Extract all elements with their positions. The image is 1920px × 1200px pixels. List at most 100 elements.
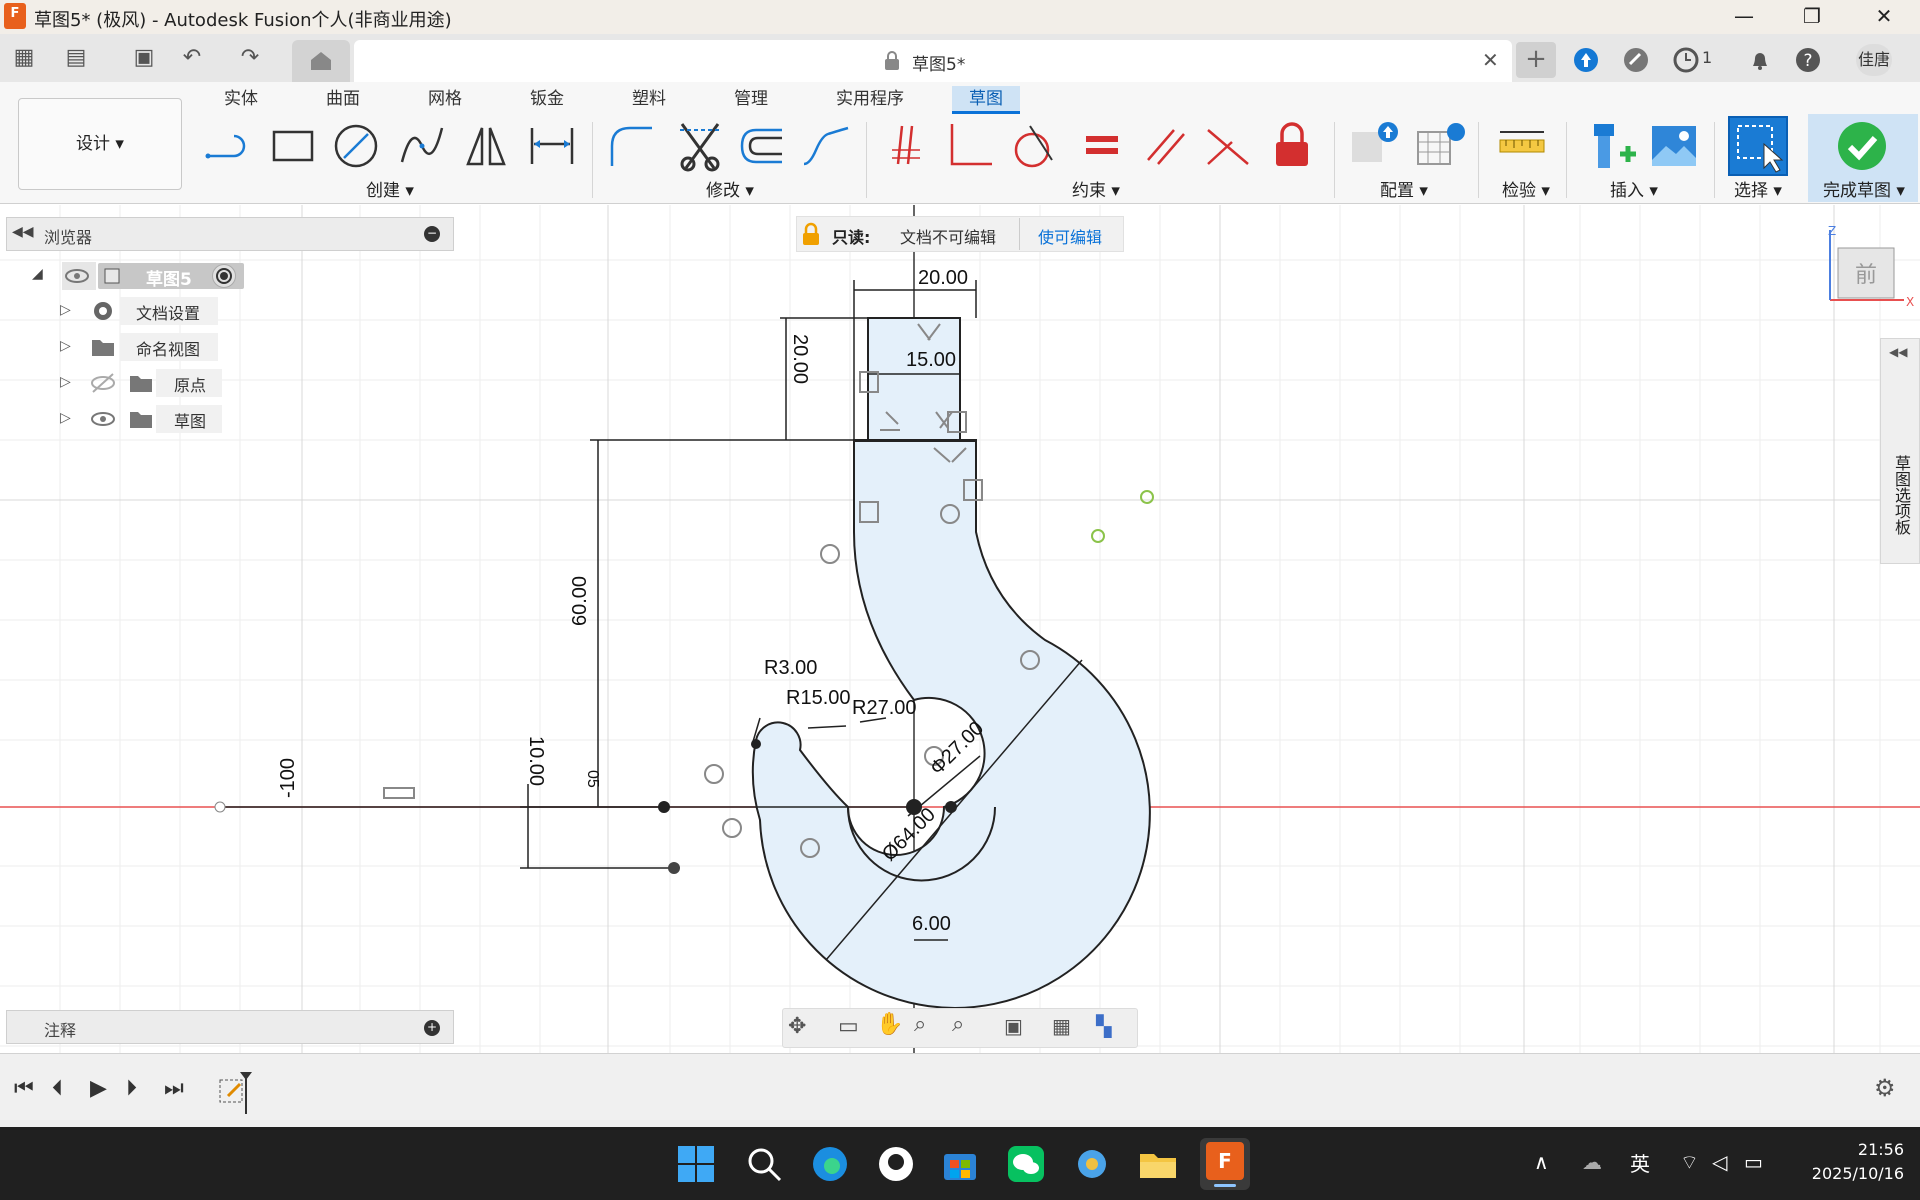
minimize-icon[interactable]: —	[1716, 0, 1772, 34]
timeline-forward-icon[interactable]: ⏵	[126, 1076, 137, 1101]
fusion-taskbar-button[interactable]: F	[1200, 1138, 1250, 1190]
viewports-icon[interactable]: ▚	[1096, 1014, 1111, 1038]
fix-constraint-icon[interactable]	[1266, 120, 1318, 172]
github-icon[interactable]	[876, 1144, 916, 1184]
midpoint-constraint-icon[interactable]	[1202, 120, 1254, 172]
close-tab-icon[interactable]: ✕	[1482, 48, 1499, 72]
timeline-back-icon[interactable]: ⏴	[52, 1076, 63, 1101]
windows-start-icon[interactable]	[676, 1144, 716, 1184]
home-tab[interactable]	[292, 40, 350, 82]
tree-collapsed-icon[interactable]: ▷	[60, 410, 76, 426]
sketch-point[interactable]	[751, 739, 761, 749]
equal-constraint-icon[interactable]	[1076, 120, 1128, 172]
data-panel-icon[interactable]	[1572, 46, 1600, 74]
tangent-constraint-icon[interactable]	[1008, 120, 1060, 172]
dimension-tool-icon[interactable]	[526, 120, 578, 172]
wifi-icon[interactable]: ⌔	[1680, 1150, 1699, 1175]
sketch-point[interactable]	[945, 801, 957, 813]
add-note-icon[interactable]: +	[424, 1020, 440, 1036]
timeline-sketch-feature-icon[interactable]	[218, 1070, 254, 1116]
select-tool-button[interactable]	[1728, 116, 1788, 176]
store-icon[interactable]	[940, 1144, 980, 1184]
tab-manage[interactable]: 管理	[722, 86, 780, 114]
insert-canvas-icon[interactable]	[1648, 120, 1700, 172]
inspect-group-label[interactable]: 检验 ▾	[1486, 176, 1566, 201]
sketch-drawing[interactable]: 20.00 15.00 20.00 60.00 10.00 -100 R3.00…	[0, 205, 1920, 1053]
tree-collapsed-icon[interactable]: ▷	[60, 374, 76, 390]
mirror-tool-icon[interactable]	[460, 120, 512, 172]
finish-sketch-label[interactable]: 完成草图 ▾	[1812, 176, 1916, 201]
file-explorer-icon[interactable]	[1138, 1144, 1178, 1184]
view-cube[interactable]: Z X 前	[1820, 222, 1916, 306]
cloud-sync-off-icon[interactable]: ☁	[1582, 1150, 1602, 1174]
offset-tool-icon[interactable]	[736, 120, 788, 172]
browser-item-named-views[interactable]: 命名视图	[120, 333, 218, 361]
constraints-group-label[interactable]: 约束 ▾	[1056, 176, 1136, 201]
visibility-eye-icon[interactable]	[88, 406, 118, 432]
make-editable-link[interactable]: 使可编辑	[1038, 224, 1102, 248]
browser-item-origin[interactable]: 原点	[156, 369, 222, 397]
tab-sketch[interactable]: 草图	[952, 86, 1020, 114]
shank-rectangle[interactable]	[867, 317, 961, 441]
volume-muted-icon[interactable]: ◁	[1712, 1150, 1727, 1174]
fillet-tool-icon[interactable]	[606, 120, 658, 172]
trim-tool-icon[interactable]	[674, 120, 726, 172]
tree-collapsed-icon[interactable]: ▷	[60, 302, 76, 318]
expand-palette-icon[interactable]: ◀◀	[1889, 345, 1907, 359]
sketch-point[interactable]	[1140, 490, 1154, 504]
grid-settings-icon[interactable]: ▦	[1052, 1014, 1071, 1038]
clock-date[interactable]: 2025/10/16	[1800, 1164, 1904, 1183]
notification-bell-icon[interactable]	[1746, 46, 1774, 74]
zoom-window-icon[interactable]: ⌕	[952, 1012, 964, 1037]
coincident-constraint-icon[interactable]	[882, 120, 934, 172]
insert-mcmaster-icon[interactable]	[1586, 120, 1638, 172]
clock-time[interactable]: 21:56	[1834, 1140, 1904, 1159]
configure-table-icon[interactable]	[1348, 120, 1400, 172]
tree-expanded-icon[interactable]: ◢	[32, 266, 43, 282]
settings-app-icon[interactable]	[1072, 1144, 1112, 1184]
file-menu-icon[interactable]: ▤	[62, 44, 90, 72]
insert-group-label[interactable]: 插入 ▾	[1594, 176, 1674, 201]
timeline-play-icon[interactable]: ▶	[90, 1076, 107, 1101]
project-tool-icon[interactable]	[800, 120, 852, 172]
app-grid-icon[interactable]: ▦	[10, 44, 38, 72]
configure-group-label[interactable]: 配置 ▾	[1364, 176, 1444, 201]
workspace-switcher-button[interactable]: 设计 ▾	[18, 98, 182, 190]
orbit-icon[interactable]: ✥	[788, 1014, 806, 1039]
tab-mesh[interactable]: 网格	[416, 86, 474, 114]
search-icon[interactable]	[744, 1144, 784, 1184]
edge-browser-icon[interactable]	[810, 1144, 850, 1184]
activate-radio-icon[interactable]	[212, 264, 236, 288]
measure-icon[interactable]	[1496, 120, 1548, 172]
close-icon[interactable]: ✕	[1856, 0, 1912, 34]
undo-icon[interactable]: ↶	[178, 44, 206, 72]
tab-utilities[interactable]: 实用程序	[830, 86, 910, 114]
extension-icon[interactable]	[1622, 46, 1650, 74]
tab-surface[interactable]: 曲面	[314, 86, 372, 114]
job-status-icon[interactable]	[1672, 46, 1700, 74]
browser-item-document-settings[interactable]: 文档设置	[120, 297, 218, 325]
help-icon[interactable]: ?	[1794, 46, 1822, 74]
create-group-label[interactable]: 创建 ▾	[350, 176, 430, 201]
browser-item-sketches[interactable]: 草图	[156, 405, 222, 433]
look-at-icon[interactable]: ▭	[838, 1014, 859, 1039]
wechat-icon[interactable]	[1006, 1144, 1046, 1184]
browser-minimize-icon[interactable]: −	[424, 226, 440, 242]
battery-icon[interactable]: ▭	[1744, 1150, 1763, 1174]
sketch-point[interactable]	[668, 862, 680, 874]
hook-profile[interactable]	[751, 439, 1151, 1009]
timeline-end-icon[interactable]: ⏭	[164, 1076, 184, 1101]
tray-overflow-icon[interactable]: ∧	[1534, 1150, 1549, 1174]
zoom-icon[interactable]: ⌕	[914, 1012, 926, 1037]
restore-icon[interactable]: ❐	[1784, 0, 1840, 34]
configure-rules-icon[interactable]	[1414, 120, 1466, 172]
parallel-constraint-icon[interactable]	[1140, 120, 1192, 172]
user-avatar[interactable]: 佳唐	[1856, 44, 1892, 76]
modify-group-label[interactable]: 修改 ▾	[690, 176, 770, 201]
select-group-label[interactable]: 选择 ▾	[1718, 176, 1798, 201]
save-icon[interactable]: ▣	[130, 44, 158, 72]
ime-indicator[interactable]: 英	[1630, 1148, 1650, 1177]
spline-tool-icon[interactable]	[396, 120, 448, 172]
tab-sheet-metal[interactable]: 钣金	[518, 86, 576, 114]
eye-hidden-icon[interactable]	[88, 370, 118, 396]
